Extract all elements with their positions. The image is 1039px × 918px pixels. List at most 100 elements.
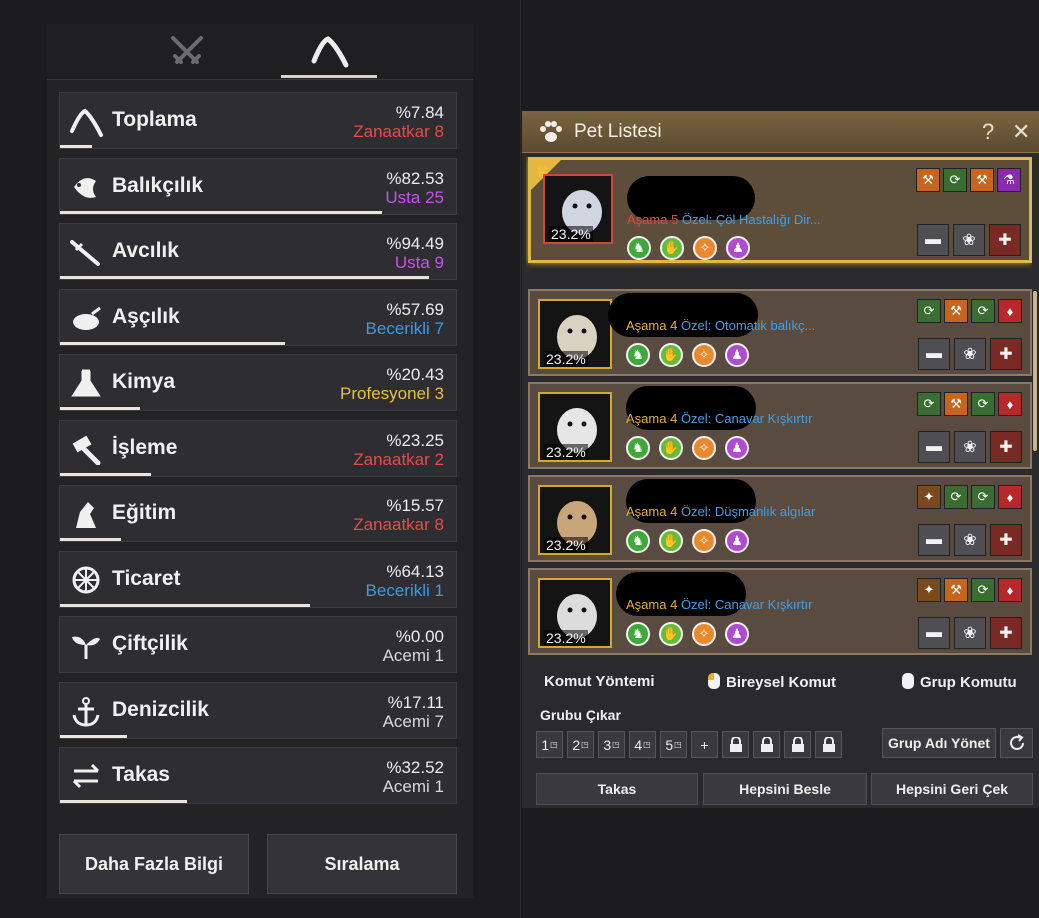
- feed-bowl-icon[interactable]: ▬: [918, 617, 950, 649]
- paw-action-icon[interactable]: ❀: [954, 431, 986, 463]
- pet-skill-icon[interactable]: ♟: [725, 622, 749, 646]
- pet-talent-icon[interactable]: ♦: [998, 485, 1022, 509]
- seal-icon[interactable]: ✚: [990, 338, 1022, 370]
- group-slot[interactable]: 2 ◳: [567, 731, 594, 758]
- pet-portrait[interactable]: 23.2%: [543, 174, 613, 244]
- pet-skill-icon[interactable]: ✧: [693, 236, 717, 260]
- trade-button[interactable]: Takas: [536, 773, 698, 805]
- feed-bowl-icon[interactable]: ▬: [918, 338, 950, 370]
- pet-talent-icon[interactable]: ⟳: [971, 299, 995, 323]
- feed-all-button[interactable]: Hepsini Besle: [703, 773, 867, 805]
- skill-row-5[interactable]: İşleme %23.25 Zanaatkar 2: [59, 419, 457, 477]
- pet-skill-icon[interactable]: ♟: [725, 529, 749, 553]
- skill-row-0[interactable]: Toplama %7.84 Zanaatkar 8: [59, 92, 457, 149]
- pet-card[interactable]: 23.2% Aşama 4 Özel: Otomatik balıkç... ♞ ✋ ✧…: [528, 289, 1032, 376]
- paw-action-icon[interactable]: ❀: [954, 338, 986, 370]
- pet-skill-icon[interactable]: ♟: [725, 343, 749, 367]
- pet-skill-icon[interactable]: ✋: [660, 236, 684, 260]
- feed-bowl-icon[interactable]: ▬: [918, 524, 950, 556]
- pet-talent-icon[interactable]: ⟳: [943, 168, 967, 192]
- skill-row-8[interactable]: Çiftçilik %0.00 Acemi 1: [59, 616, 457, 673]
- pet-talent-icon[interactable]: ⟳: [944, 485, 968, 509]
- lock-icon[interactable]: [753, 731, 780, 758]
- pet-talent-icon[interactable]: ♦: [998, 299, 1022, 323]
- help-icon[interactable]: ?: [982, 119, 994, 145]
- pet-talent-icon[interactable]: ⚒: [916, 168, 940, 192]
- pet-skill-icon[interactable]: ♞: [627, 236, 651, 260]
- pet-talent-icon[interactable]: ⟳: [971, 392, 995, 416]
- seal-icon[interactable]: ✚: [990, 431, 1022, 463]
- pet-talent-icon[interactable]: ♦: [998, 392, 1022, 416]
- window-header[interactable]: Pet Listesi ? ✕: [522, 111, 1039, 153]
- skill-row-7[interactable]: Ticaret %64.13 Becerikli 1: [59, 550, 457, 608]
- manage-group-name-button[interactable]: Grup Adı Yönet: [882, 728, 996, 758]
- pet-skill-icon[interactable]: ♟: [726, 236, 750, 260]
- skill-row-4[interactable]: Kimya %20.43 Profesyonel 3: [59, 354, 457, 411]
- skill-row-9[interactable]: Denizcilik %17.11 Acemi 7: [59, 681, 457, 739]
- pet-skill-icon[interactable]: ✧: [692, 529, 716, 553]
- pet-portrait[interactable]: 23.2%: [538, 299, 612, 369]
- pet-talent-icon[interactable]: ⚒: [944, 578, 968, 602]
- pet-portrait[interactable]: 23.2%: [538, 392, 612, 462]
- pet-skill-icon[interactable]: ✧: [692, 436, 716, 460]
- tab-combat[interactable]: [157, 30, 217, 74]
- pet-talent-icon[interactable]: ⚗: [997, 168, 1021, 192]
- pet-skill-icon[interactable]: ✋: [659, 436, 683, 460]
- skill-row-2[interactable]: Avcılık %94.49 Usta 9: [59, 223, 457, 280]
- pet-list-scrollbar[interactable]: [1033, 291, 1037, 451]
- lock-icon[interactable]: [815, 731, 842, 758]
- recall-all-button[interactable]: Hepsini Geri Çek: [871, 773, 1033, 805]
- pet-skill-icon[interactable]: ✧: [692, 622, 716, 646]
- pet-card[interactable]: 23.2% Aşama 4 Özel: Düşmanlık algılar ♞ ✋ ✧ ♟…: [528, 475, 1032, 562]
- pet-list[interactable]: ♛ 23.2% Aşama 5 Özel: Çöl Hastalığı Dir...…: [526, 157, 1032, 659]
- pet-talent-icon[interactable]: ✦: [917, 485, 941, 509]
- pet-portrait[interactable]: 23.2%: [538, 485, 612, 555]
- refresh-button[interactable]: [1000, 728, 1033, 758]
- pet-talent-icon[interactable]: ⚒: [970, 168, 994, 192]
- seal-icon[interactable]: ✚: [990, 524, 1022, 556]
- seal-icon[interactable]: ✚: [989, 224, 1021, 256]
- pet-skill-icon[interactable]: ♞: [626, 622, 650, 646]
- pet-skill-icon[interactable]: ♞: [626, 436, 650, 460]
- skill-row-1[interactable]: Balıkçılık %82.53 Usta 25: [59, 157, 457, 215]
- seal-icon[interactable]: ✚: [990, 617, 1022, 649]
- pet-skill-icon[interactable]: ♞: [626, 343, 650, 367]
- pet-talent-icon[interactable]: ⟳: [971, 485, 995, 509]
- group-slot[interactable]: 5 ◳: [660, 731, 687, 758]
- pet-card-leader[interactable]: ♛ 23.2% Aşama 5 Özel: Çöl Hastalığı Dir...…: [528, 157, 1032, 263]
- pet-skill-icon[interactable]: ♟: [725, 436, 749, 460]
- paw-action-icon[interactable]: ❀: [953, 224, 985, 256]
- close-icon[interactable]: ✕: [1012, 119, 1030, 145]
- pet-card[interactable]: 23.2% Aşama 4 Özel: Canavar Kışkırtır ♞ ✋ ✧ ♟…: [528, 568, 1032, 655]
- pet-skill-icon[interactable]: ✋: [659, 529, 683, 553]
- feed-bowl-icon[interactable]: ▬: [917, 224, 949, 256]
- pet-card[interactable]: 23.2% Aşama 4 Özel: Canavar Kışkırtır ♞ ✋ ✧ ♟…: [528, 382, 1032, 469]
- tab-life-skills[interactable]: [299, 30, 359, 74]
- pet-skill-icon[interactable]: ♞: [626, 529, 650, 553]
- pet-talent-icon[interactable]: ⚒: [944, 299, 968, 323]
- pet-skill-icon[interactable]: ✋: [659, 622, 683, 646]
- pet-talent-icon[interactable]: ⟳: [917, 299, 941, 323]
- group-slot[interactable]: 4 ◳: [629, 731, 656, 758]
- lock-icon[interactable]: [722, 731, 749, 758]
- pet-talent-icon[interactable]: ♦: [998, 578, 1022, 602]
- skill-row-6[interactable]: Eğitim %15.57 Zanaatkar 8: [59, 485, 457, 542]
- skill-row-3[interactable]: Aşçılık %57.69 Becerikli 7: [59, 288, 457, 346]
- pet-talent-icon[interactable]: ⟳: [917, 392, 941, 416]
- pet-skill-icon[interactable]: ✧: [692, 343, 716, 367]
- pet-skill-icon[interactable]: ✋: [659, 343, 683, 367]
- pet-talent-icon[interactable]: ⟳: [971, 578, 995, 602]
- sort-button[interactable]: Sıralama: [267, 834, 457, 894]
- lock-icon[interactable]: [784, 731, 811, 758]
- skill-row-10[interactable]: Takas %32.52 Acemi 1: [59, 747, 457, 804]
- add-group-icon[interactable]: +: [691, 731, 718, 758]
- paw-action-icon[interactable]: ❀: [954, 524, 986, 556]
- pet-talent-icon[interactable]: ✦: [917, 578, 941, 602]
- group-slot[interactable]: 3 ◳: [598, 731, 625, 758]
- pet-talent-icon[interactable]: ⚒: [944, 392, 968, 416]
- pet-portrait[interactable]: 23.2%: [538, 578, 612, 648]
- more-info-button[interactable]: Daha Fazla Bilgi: [59, 834, 249, 894]
- group-slot[interactable]: 1 ◳: [536, 731, 563, 758]
- paw-action-icon[interactable]: ❀: [954, 617, 986, 649]
- feed-bowl-icon[interactable]: ▬: [918, 431, 950, 463]
